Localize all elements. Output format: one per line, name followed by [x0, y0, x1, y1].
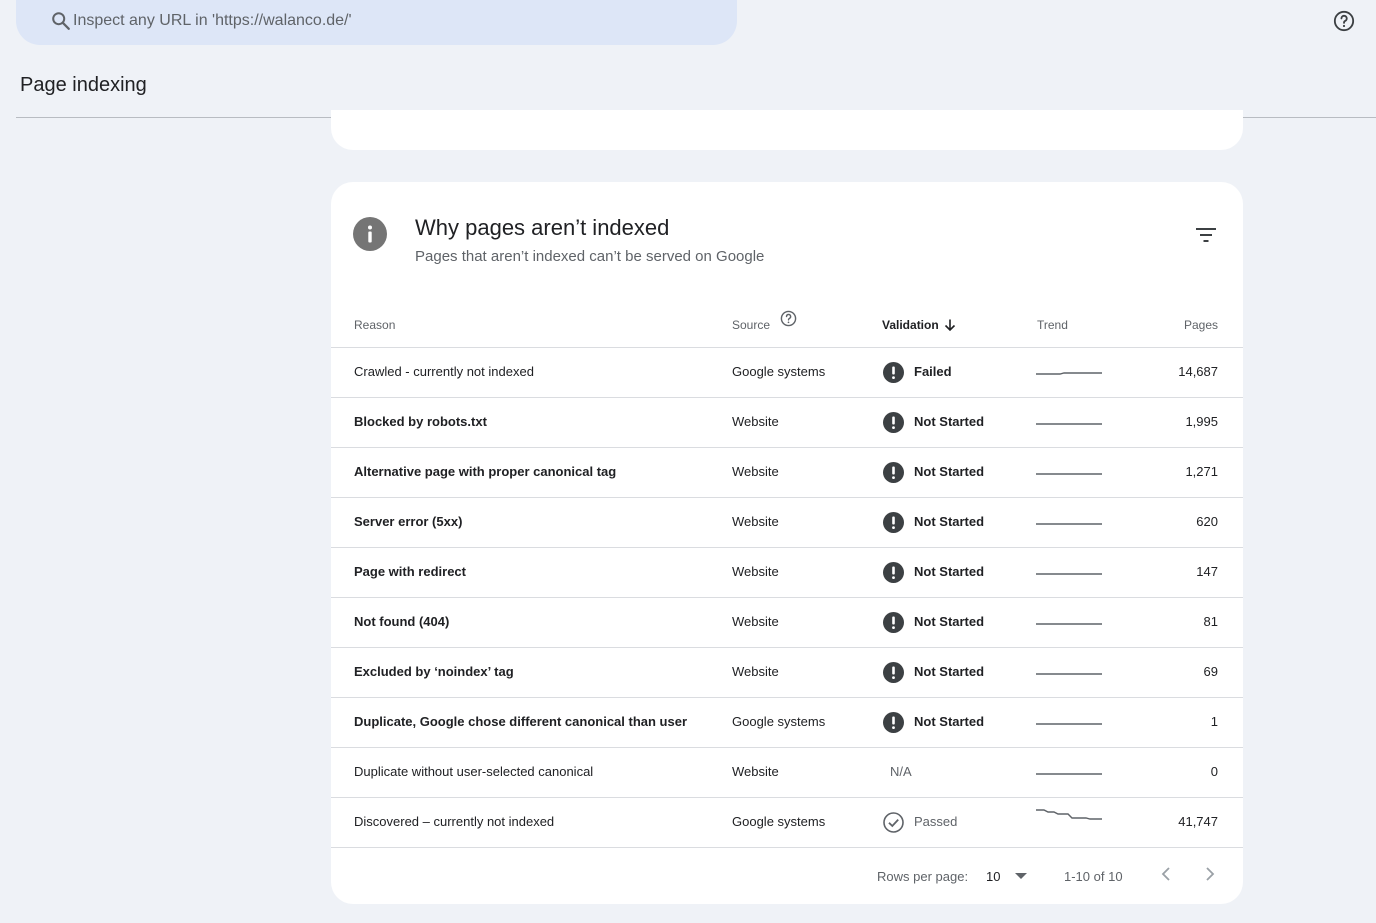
row-reason: Server error (5xx) — [354, 514, 463, 529]
info-icon — [353, 217, 387, 251]
help-icon[interactable] — [1333, 10, 1355, 32]
trend-sparkline — [1036, 723, 1102, 725]
row-source: Website — [732, 564, 779, 579]
row-reason: Duplicate, Google chose different canoni… — [354, 714, 688, 729]
alert-icon — [883, 712, 904, 733]
table-row[interactable]: Duplicate, Google chose different canoni… — [331, 698, 1243, 748]
row-validation: Failed — [914, 364, 952, 379]
row-validation: Not Started — [914, 664, 985, 679]
search-icon — [52, 12, 70, 30]
search-bar[interactable] — [16, 0, 737, 45]
alert-icon — [883, 562, 904, 583]
row-source: Google systems — [732, 714, 826, 729]
alert-icon — [883, 662, 904, 683]
trend-sparkline — [1036, 573, 1102, 575]
table-pagination: Rows per page: 10 1-10 of 10 — [331, 848, 1243, 904]
header-trend: Trend — [1037, 318, 1068, 332]
table-row[interactable]: Excluded by ‘noindex’ tag Website Not St… — [331, 648, 1243, 698]
table-body: Crawled - currently not indexed Google s… — [331, 348, 1243, 848]
page-title: Page indexing — [20, 74, 147, 96]
row-source: Website — [732, 664, 779, 679]
table-row[interactable]: Blocked by robots.txt Website Not Starte… — [331, 398, 1243, 448]
alert-icon — [883, 612, 904, 633]
trend-sparkline — [1036, 473, 1102, 475]
trend-sparkline — [1036, 673, 1102, 675]
row-reason: Blocked by robots.txt — [354, 414, 487, 429]
card-title: Why pages aren’t indexed — [415, 215, 670, 240]
table-row[interactable]: Alternative page with proper canonical t… — [331, 448, 1243, 498]
table-row[interactable]: Discovered – currently not indexed Googl… — [331, 798, 1243, 848]
row-validation: Passed — [914, 814, 958, 829]
alert-icon — [883, 462, 904, 483]
chevron-right-icon[interactable] — [1203, 866, 1217, 882]
row-pages: 14,687 — [1178, 364, 1218, 379]
trend-sparkline — [1036, 809, 1102, 820]
row-source: Website — [732, 514, 779, 529]
row-validation: Not Started — [914, 464, 985, 479]
row-pages: 69 — [1203, 664, 1218, 679]
pagination-range: 1-10 of 10 — [1064, 869, 1123, 884]
row-source: Website — [732, 464, 779, 479]
caret-down-icon[interactable] — [1015, 872, 1027, 880]
row-reason: Alternative page with proper canonical t… — [354, 464, 617, 479]
row-validation: Not Started — [914, 514, 985, 529]
rows-per-page-select[interactable]: 10 — [986, 869, 1000, 884]
rows-per-page-label: Rows per page: — [877, 869, 969, 884]
header-reason[interactable]: Reason — [354, 318, 395, 332]
row-validation: Not Started — [914, 714, 985, 729]
row-source: Google systems — [732, 364, 826, 379]
alert-icon — [883, 412, 904, 433]
row-validation: Not Started — [914, 564, 985, 579]
row-reason: Discovered – currently not indexed — [354, 814, 555, 829]
row-pages: 1,271 — [1185, 464, 1218, 479]
row-reason: Crawled - currently not indexed — [354, 364, 534, 379]
row-reason: Not found (404) — [354, 614, 450, 629]
trend-sparkline — [1036, 773, 1102, 775]
table-row[interactable]: Duplicate without user-selected canonica… — [331, 748, 1243, 798]
row-reason: Page with redirect — [354, 564, 466, 579]
row-validation: N/A — [890, 764, 912, 779]
trend-sparkline — [1036, 623, 1102, 625]
filter-icon[interactable] — [1195, 226, 1217, 244]
arrow-down-icon[interactable] — [943, 318, 957, 332]
alert-icon — [883, 362, 904, 383]
table-header: Reason Source Validation Trend Pages — [331, 298, 1243, 348]
row-pages: 147 — [1196, 564, 1218, 579]
row-source: Website — [732, 764, 779, 779]
card-subtitle: Pages that aren’t indexed can’t be serve… — [415, 248, 765, 265]
table-row[interactable]: Page with redirect Website Not Started 1… — [331, 548, 1243, 598]
header-pages[interactable]: Pages — [1184, 318, 1218, 332]
table-row[interactable]: Not found (404) Website Not Started 81 — [331, 598, 1243, 648]
table-row[interactable]: Server error (5xx) Website Not Started 6… — [331, 498, 1243, 548]
chevron-left-icon[interactable] — [1159, 866, 1173, 882]
check-circle-icon — [883, 812, 904, 833]
header-source[interactable]: Source — [732, 318, 770, 332]
table-row[interactable]: Crawled - currently not indexed Google s… — [331, 348, 1243, 398]
trend-sparkline — [1036, 372, 1102, 375]
previous-card-bottom — [331, 110, 1243, 150]
row-pages: 41,747 — [1178, 814, 1218, 829]
row-source: Google systems — [732, 814, 826, 829]
header-validation[interactable]: Validation — [882, 318, 939, 332]
row-pages: 620 — [1196, 514, 1218, 529]
row-validation: Not Started — [914, 414, 985, 429]
trend-sparkline — [1036, 523, 1102, 525]
row-source: Website — [732, 614, 779, 629]
alert-icon — [883, 512, 904, 533]
trend-sparkline — [1036, 423, 1102, 425]
row-source: Website — [732, 414, 779, 429]
search-input[interactable] — [73, 8, 673, 34]
row-reason: Excluded by ‘noindex’ tag — [354, 664, 514, 679]
row-pages: 0 — [1210, 764, 1218, 779]
why-not-indexed-card: Why pages aren’t indexed Pages that aren… — [331, 182, 1243, 904]
row-pages: 1 — [1210, 714, 1218, 729]
row-reason: Duplicate without user-selected canonica… — [354, 764, 594, 779]
row-pages: 81 — [1203, 614, 1218, 629]
row-pages: 1,995 — [1185, 414, 1218, 429]
row-validation: Not Started — [914, 614, 985, 629]
source-help-icon[interactable] — [780, 310, 797, 327]
